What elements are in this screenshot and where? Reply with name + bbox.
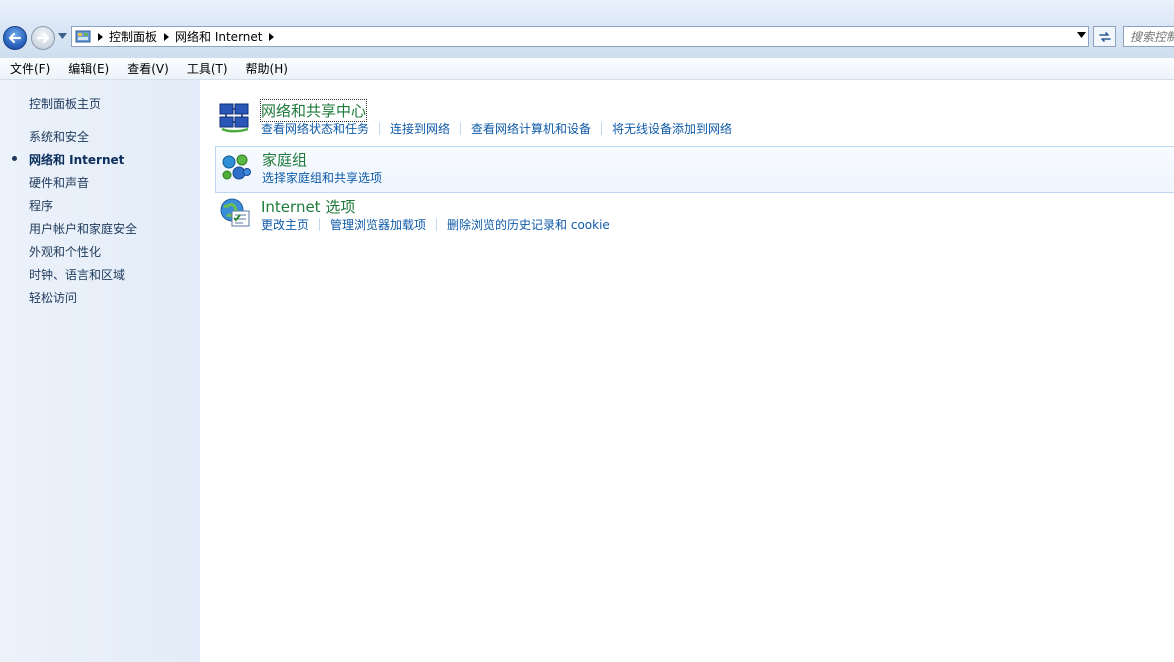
sidebar-item-hardware-sound[interactable]: 硬件和声音 [29,174,89,191]
breadcrumb-control-panel[interactable]: 控制面板 [109,28,157,45]
menu-bar: 文件(F) 编辑(E) 查看(V) 工具(T) 帮助(H) [0,58,1174,80]
category-links-internet-options: 更改主页 管理浏览器加载项 删除浏览的历史记录和 cookie [261,216,610,233]
arrow-left-icon [8,32,22,44]
arrow-right-icon [36,32,50,44]
category-title-network-sharing[interactable]: 网络和共享中心 [259,99,368,122]
search-box[interactable] [1123,26,1174,47]
internet-options-icon[interactable] [218,196,252,230]
link-add-wireless-device[interactable]: 将无线设备添加到网络 [612,120,732,137]
link-view-network-computers[interactable]: 查看网络计算机和设备 [471,120,591,137]
breadcrumb-separator-icon[interactable] [265,31,277,43]
breadcrumb-network-internet[interactable]: 网络和 Internet [175,28,262,45]
sidebar-item-programs[interactable]: 程序 [29,197,53,214]
category-internet-options: Internet 选项 更改主页 管理浏览器加载项 删除浏览的历史记录和 coo… [215,194,1174,240]
refresh-icon [1098,31,1111,42]
link-divider [460,122,462,135]
category-links-network-sharing: 查看网络状态和任务 连接到网络 查看网络计算机和设备 将无线设备添加到网络 [261,120,732,137]
category-title-internet-options[interactable]: Internet 选项 [261,196,355,217]
link-homegroup-sharing-options[interactable]: 选择家庭组和共享选项 [262,169,382,186]
address-bar[interactable]: 控制面板 网络和 Internet [71,26,1089,47]
forward-button[interactable] [31,26,55,50]
search-input[interactable] [1124,27,1174,46]
sidebar-home-link[interactable]: 控制面板主页 [29,95,101,112]
link-divider [379,122,381,135]
control-panel-icon [75,30,91,42]
breadcrumb-separator-icon[interactable] [94,31,106,43]
link-divider [319,218,321,231]
sidebar: 控制面板主页 系统和安全 网络和 Internet 硬件和声音 程序 用户帐户和… [0,80,200,662]
back-button[interactable] [3,26,27,50]
category-links-homegroup: 选择家庭组和共享选项 [262,169,382,186]
sidebar-item-system-security[interactable]: 系统和安全 [29,128,89,145]
address-history-dropdown-icon[interactable] [1077,32,1086,38]
sidebar-item-user-accounts[interactable]: 用户帐户和家庭安全 [29,220,137,237]
active-bullet-icon [12,156,17,161]
breadcrumb-separator-icon[interactable] [160,31,172,43]
menu-tools[interactable]: 工具(T) [177,60,236,77]
category-title-homegroup[interactable]: 家庭组 [262,149,307,170]
menu-file[interactable]: 文件(F) [0,60,58,77]
sidebar-item-clock-region[interactable]: 时钟、语言和区域 [29,266,125,283]
recent-pages-dropdown-icon[interactable] [58,33,67,39]
menu-help[interactable]: 帮助(H) [236,60,296,77]
refresh-button[interactable] [1093,26,1116,47]
link-divider [601,122,603,135]
sidebar-item-network-internet[interactable]: 网络和 Internet [29,151,124,168]
address-toolbar: 控制面板 网络和 Internet [0,0,1174,58]
menu-view[interactable]: 查看(V) [117,60,177,77]
network-sharing-center-icon[interactable] [218,100,252,134]
link-manage-addons[interactable]: 管理浏览器加载项 [330,216,426,233]
link-view-network-status[interactable]: 查看网络状态和任务 [261,120,369,137]
menu-edit[interactable]: 编辑(E) [58,60,117,77]
homegroup-icon[interactable] [219,150,253,184]
sidebar-item-appearance[interactable]: 外观和个性化 [29,243,101,260]
category-network-sharing: 网络和共享中心 查看网络状态和任务 连接到网络 查看网络计算机和设备 将无线设备… [215,98,1174,144]
link-divider [436,218,438,231]
link-change-homepage[interactable]: 更改主页 [261,216,309,233]
sidebar-item-ease-of-access[interactable]: 轻松访问 [29,289,77,306]
category-homegroup: 家庭组 选择家庭组和共享选项 [215,146,1174,193]
link-connect-to-network[interactable]: 连接到网络 [390,120,450,137]
link-delete-history-cookies[interactable]: 删除浏览的历史记录和 cookie [447,216,610,233]
